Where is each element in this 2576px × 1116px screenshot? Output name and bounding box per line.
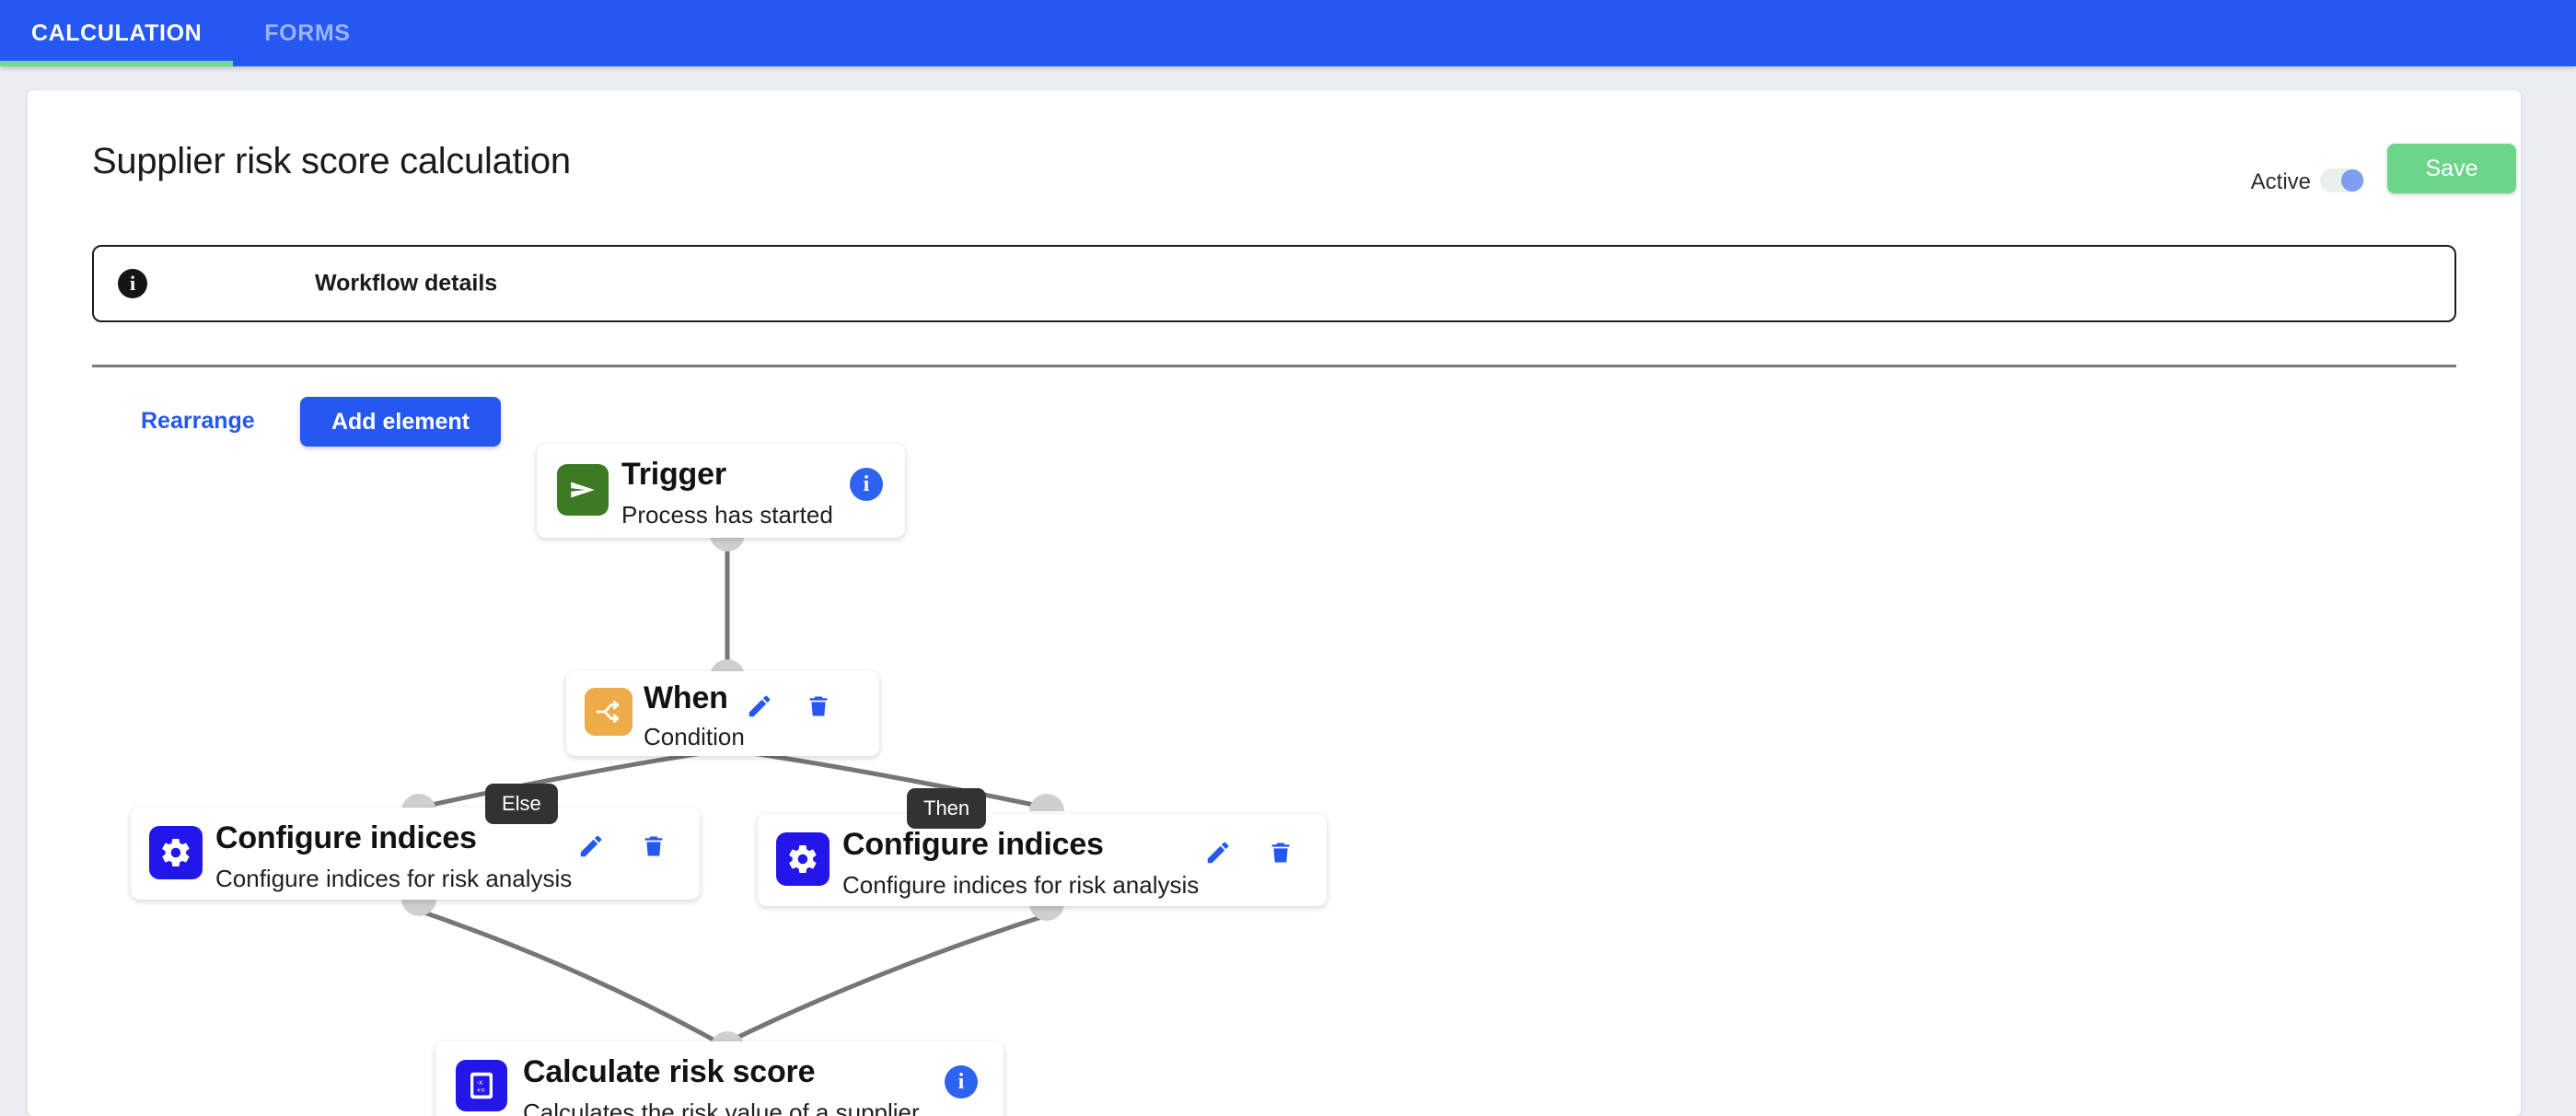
node-configure-indices-else[interactable]: Configure indices Configure indices for … [131, 808, 700, 900]
send-play-icon [557, 464, 609, 516]
calculator-icon: -x += [456, 1060, 507, 1111]
connector-nub-configure-then-in [1029, 794, 1064, 811]
section-divider [92, 365, 2456, 367]
workflow-canvas: Trigger Process has started i When Condi… [28, 444, 2521, 1116]
toggle-knob [2341, 169, 2363, 192]
node-configure-indices-then[interactable]: Configure indices Configure indices for … [758, 814, 1327, 906]
node-configure-indices-else-subtitle: Configure indices for risk analysis [215, 865, 573, 892]
svg-text:+=: += [477, 1087, 486, 1095]
top-tab-bar: CALCULATION FORMS [0, 0, 2576, 66]
info-icon[interactable]: i [945, 1065, 978, 1099]
tab-forms-label: FORMS [264, 19, 351, 46]
workflow-card: Supplier risk score calculation Active S… [28, 90, 2521, 1116]
node-calculate-risk-score-subtitle: Calculates the risk value of a supplier [523, 1099, 920, 1116]
shuffle-branch-icon [585, 688, 632, 736]
node-trigger-subtitle: Process has started [621, 501, 833, 529]
gear-icon [149, 826, 203, 879]
workflow-details-label: Workflow details [315, 270, 498, 296]
node-configure-indices-then-subtitle: Configure indices for risk analysis [842, 871, 1200, 899]
node-when-title: When [644, 680, 728, 715]
save-button[interactable]: Save [2387, 144, 2516, 193]
delete-trash-icon[interactable] [635, 828, 672, 865]
node-calculate-risk-score-title: Calculate risk score [523, 1054, 816, 1089]
info-icon: i [118, 269, 147, 298]
workflow-edges [416, 549, 1050, 1045]
workflow-details-panel[interactable]: i Workflow details [92, 245, 2456, 322]
page-background: Supplier risk score calculation Active S… [0, 66, 2576, 1116]
tab-calculation[interactable]: CALCULATION [0, 0, 234, 66]
node-trigger-title: Trigger [621, 457, 726, 492]
add-element-button[interactable]: Add element [300, 397, 501, 447]
node-when-subtitle: Condition [644, 723, 745, 750]
active-toggle-label: Active [2250, 169, 2311, 194]
rearrange-button[interactable]: Rearrange [141, 408, 255, 435]
connector-nub-configure-else-out [401, 899, 436, 916]
tab-forms[interactable]: FORMS [233, 0, 381, 66]
node-configure-indices-then-title: Configure indices [842, 827, 1104, 862]
tab-calculation-label: CALCULATION [31, 19, 203, 46]
edit-pencil-icon[interactable] [1200, 834, 1236, 871]
svg-text:-x: -x [477, 1078, 483, 1087]
page-title: Supplier risk score calculation [92, 141, 571, 181]
branch-label-else: Else [485, 784, 558, 824]
info-icon[interactable]: i [850, 468, 883, 501]
node-trigger[interactable]: Trigger Process has started i [537, 444, 905, 538]
edit-pencil-icon[interactable] [741, 688, 778, 725]
delete-trash-icon[interactable] [1262, 834, 1299, 871]
node-when[interactable]: When Condition [566, 671, 879, 756]
node-calculate-risk-score[interactable]: -x += Calculate risk score Calculates th… [435, 1041, 1004, 1116]
delete-trash-icon[interactable] [800, 688, 837, 725]
active-toggle[interactable] [2320, 169, 2364, 192]
branch-label-then: Then [907, 788, 987, 829]
node-configure-indices-else-title: Configure indices [215, 820, 477, 855]
gear-icon [776, 832, 830, 886]
edit-pencil-icon[interactable] [573, 828, 609, 865]
